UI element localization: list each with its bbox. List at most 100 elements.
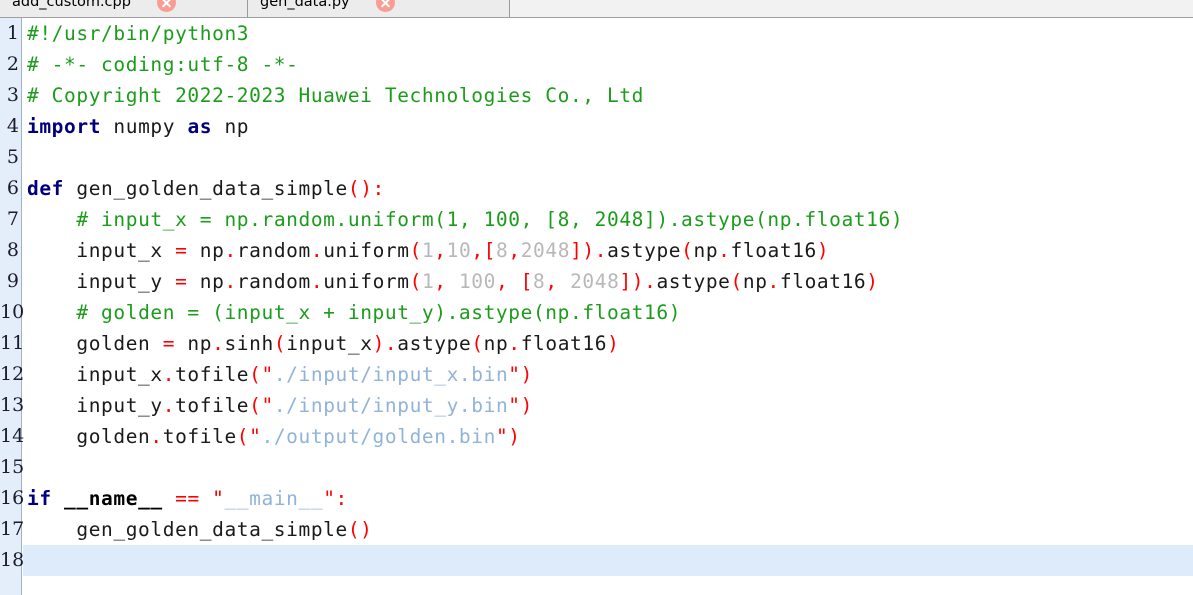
token-pun: (	[273, 332, 287, 355]
code-line[interactable]: 11 golden = np.sinh(input_x).astype(np.f…	[0, 328, 1193, 359]
token-com: # golden = (input_x + input_y).astype(np…	[76, 301, 682, 324]
code-line[interactable]: 17 gen_golden_data_simple()	[0, 514, 1193, 545]
token-num: 1	[421, 270, 435, 293]
token-pun: )	[816, 239, 830, 262]
token-kw: as	[187, 115, 213, 138]
token-pun: .	[644, 270, 657, 293]
code-text[interactable]: gen_golden_data_simple()	[27, 514, 373, 545]
code-text[interactable]: input_y = np.random.uniform(1, 100, [8, …	[27, 266, 879, 297]
token-pun: ()	[347, 518, 373, 541]
token-pln	[52, 487, 64, 510]
token-pln: uniform	[323, 270, 410, 293]
token-pun: =	[175, 239, 188, 262]
code-text[interactable]: golden = np.sinh(input_x).astype(np.floa…	[27, 328, 619, 359]
line-number: 13	[0, 394, 25, 416]
code-line[interactable]: 1 #!/usr/bin/python3	[0, 18, 1193, 49]
token-pun: =	[175, 270, 188, 293]
code-line[interactable]: 4 import numpy as np	[0, 111, 1193, 142]
token-pun: )	[866, 270, 879, 293]
code-text[interactable]: # golden = (input_x + input_y).astype(np…	[27, 297, 681, 328]
tab-add-custom-cpp[interactable]: add_custom.cpp	[0, 0, 248, 17]
code-line[interactable]: 9 input_y = np.random.uniform(1, 100, [8…	[0, 266, 1193, 297]
token-pln: astype	[656, 270, 731, 293]
code-line[interactable]: 15	[0, 452, 1193, 483]
current-line-highlight	[23, 545, 1193, 576]
code-text[interactable]: golden.tofile("./output/golden.bin")	[27, 421, 521, 452]
token-pun: ,[	[471, 239, 496, 262]
code-lines[interactable]: 1 #!/usr/bin/python3 2 # -*- coding:utf-8 -…	[0, 18, 1193, 576]
code-editor[interactable]: 1 #!/usr/bin/python3 2 # -*- coding:utf-8 -…	[0, 18, 1193, 595]
token-pln: sinh	[224, 332, 274, 355]
code-line[interactable]: 6 def gen_golden_data_simple():	[0, 173, 1193, 204]
tab-gen-data-py[interactable]: gen_data.py	[248, 0, 510, 17]
token-pln: tofile	[175, 363, 250, 386]
token-pun: ("	[249, 394, 274, 417]
token-str: ./input/input_x.bin	[273, 363, 509, 386]
token-pun: (	[681, 239, 694, 262]
line-number: 10	[0, 301, 25, 323]
token-pun: ("	[236, 425, 262, 448]
token-pln: input_y	[27, 270, 176, 293]
code-text[interactable]: # Copyright 2022-2023 Huawei Technologie…	[27, 80, 644, 111]
close-icon[interactable]	[375, 0, 395, 12]
code-line[interactable]: 7 # input_x = np.random.uniform(1, 100, …	[0, 204, 1193, 235]
code-line[interactable]: 5	[0, 142, 1193, 173]
code-line[interactable]: 10 # golden = (input_x + input_y).astype…	[0, 297, 1193, 328]
token-pun: .	[162, 363, 176, 386]
token-pun: =	[162, 332, 176, 355]
token-pun: ():	[347, 177, 385, 200]
line-number: 9	[6, 270, 19, 292]
code-line[interactable]: 3 # Copyright 2022-2023 Huawei Technologi…	[0, 80, 1193, 111]
code-line[interactable]: 12 input_x.tofile("./input/input_x.bin")	[0, 359, 1193, 390]
code-text[interactable]: input_x.tofile("./input/input_x.bin")	[27, 359, 533, 390]
token-pln: np	[187, 270, 225, 293]
code-text[interactable]: # -*- coding:utf-8 -*-	[27, 49, 298, 80]
code-text[interactable]: input_y.tofile("./input/input_y.bin")	[27, 390, 533, 421]
token-pln: float16	[520, 332, 608, 355]
line-number: 15	[0, 456, 25, 478]
code-text[interactable]: input_x = np.random.uniform(1,10,[8,2048…	[27, 235, 829, 266]
token-str: __main__	[224, 487, 324, 510]
token-pun: )	[607, 332, 620, 355]
code-line[interactable]: 14 golden.tofile("./output/golden.bin")	[0, 421, 1193, 452]
token-pun: .	[767, 270, 780, 293]
token-pln: random	[236, 270, 311, 293]
code-line[interactable]: 18	[0, 545, 1193, 576]
close-icon[interactable]	[156, 0, 176, 12]
code-text[interactable]: def gen_golden_data_simple():	[27, 173, 385, 204]
code-text[interactable]: #!/usr/bin/python3	[27, 18, 249, 49]
token-pln: random	[236, 239, 311, 262]
token-pun: .	[310, 270, 324, 293]
token-pln: np	[212, 115, 250, 138]
token-pln: tofile	[162, 425, 237, 448]
code-line[interactable]: 16 if __name__ == "__main__":	[0, 483, 1193, 514]
token-com: # -*- coding:utf-8 -*-	[27, 53, 299, 76]
token-pln: float16	[730, 239, 817, 262]
token-pun: ")	[508, 363, 533, 386]
token-pln: astype	[607, 239, 682, 262]
code-text[interactable]: # input_x = np.random.uniform(1, 100, [8…	[27, 204, 903, 235]
code-text[interactable]: if __name__ == "__main__":	[27, 483, 348, 514]
line-number: 4	[6, 115, 19, 137]
code-line[interactable]: 2 # -*- coding:utf-8 -*-	[0, 49, 1193, 80]
token-pln: np	[483, 332, 509, 355]
token-num: 100	[458, 270, 496, 293]
code-line[interactable]: 8 input_x = np.random.uniform(1,10,[8,20…	[0, 235, 1193, 266]
code-line[interactable]: 13 input_y.tofile("./input/input_y.bin")	[0, 390, 1193, 421]
token-pln	[163, 487, 175, 510]
line-number: 14	[0, 425, 25, 447]
code-text[interactable]: import numpy as np	[27, 111, 249, 142]
token-pun: ("	[249, 363, 274, 386]
token-pln: np	[693, 239, 719, 262]
token-pun: ")	[495, 425, 521, 448]
token-pun: ,	[508, 239, 521, 262]
token-pln	[200, 487, 212, 510]
token-pun: ])	[570, 239, 595, 262]
token-pun: ,	[434, 270, 459, 293]
line-number: 1	[6, 22, 19, 44]
token-num: 10	[446, 239, 472, 262]
token-kw: def	[27, 177, 65, 200]
token-num: 1	[421, 239, 435, 262]
token-pln: astype	[397, 332, 472, 355]
tab-bar-empty-area	[510, 0, 1193, 17]
